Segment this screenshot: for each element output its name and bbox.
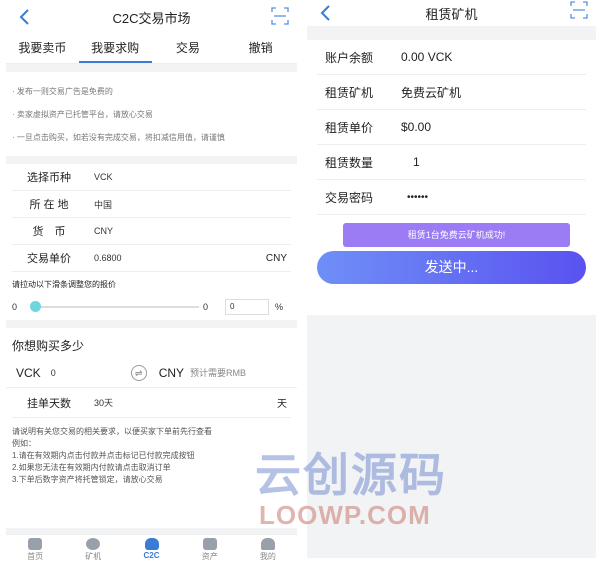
miner-label: 租赁矿机 bbox=[325, 85, 374, 100]
days-row: 挂单天数 30天 天 bbox=[12, 388, 291, 418]
page-title: C2C交易市场 bbox=[112, 10, 191, 26]
quantity-row: 租赁数量 1 bbox=[317, 145, 586, 180]
slider-title: 请拉动以下滑条调整您的报价 bbox=[12, 280, 116, 289]
nav-miner-label: 矿机 bbox=[85, 552, 102, 561]
amount-row: VCK 0 ⇌ CNY 预计需要RMB bbox=[6, 358, 297, 388]
currency-label: 货 币 bbox=[32, 226, 66, 238]
unit-price-row: 租赁单价 $0.00 bbox=[317, 110, 586, 145]
success-toast: 租赁1台免费云矿机成功! bbox=[343, 223, 570, 247]
unit-price-value: $0.00 bbox=[401, 120, 432, 134]
remark-line: 1.请在有效期内点击付款并点击标记已付款完成按钮 bbox=[12, 451, 195, 460]
top-nav-bar: C2C交易市场 bbox=[6, 0, 297, 34]
slider-min: 0 bbox=[12, 302, 18, 312]
notice-line: · 发布一则交易广告是免费的 bbox=[12, 87, 113, 96]
location-row[interactable]: 所 在 地 中国 bbox=[12, 191, 291, 218]
coin-value[interactable]: VCK bbox=[86, 172, 291, 182]
nav-mine-label: 我的 bbox=[259, 552, 276, 561]
price-label: 交易单价 bbox=[27, 253, 71, 265]
percent-unit: % bbox=[275, 302, 284, 312]
swap-icon[interactable]: ⇌ bbox=[130, 364, 147, 381]
order-form: 选择币种 VCK 所 在 地 中国 货 币 CNY 交易单价 0.6800 CN… bbox=[6, 164, 297, 320]
quantity-input[interactable]: 1 bbox=[389, 155, 420, 169]
cur-from: VCK bbox=[16, 365, 41, 380]
tab-bar: 我要卖币 我要求购 交易 撤销 bbox=[6, 34, 297, 64]
miner-icon bbox=[86, 538, 101, 550]
user-icon bbox=[260, 538, 275, 550]
currency-row[interactable]: 货 币 CNY bbox=[12, 218, 291, 245]
miner-value: 免费云矿机 bbox=[401, 85, 462, 100]
nav-home[interactable]: 首页 bbox=[6, 535, 64, 564]
balance-label: 账户余额 bbox=[325, 50, 374, 65]
back-arrow-icon[interactable] bbox=[317, 3, 337, 23]
scan-icon[interactable] bbox=[570, 1, 588, 19]
cur-to: CNY bbox=[158, 365, 185, 380]
days-unit: 天 bbox=[277, 399, 287, 410]
remark-line: 2.如果您无法在有效期内付款请点击取消订单 bbox=[12, 463, 171, 472]
wallet-icon bbox=[202, 538, 217, 550]
percent-input[interactable]: 0 bbox=[225, 299, 269, 315]
nav-mine[interactable]: 我的 bbox=[239, 535, 297, 564]
days-label: 挂单天数 bbox=[27, 397, 71, 410]
tab-buy-request[interactable]: 我要求购 bbox=[78, 34, 152, 63]
balance-row: 账户余额 0.00 VCK bbox=[317, 40, 586, 75]
remark-line: 3.下单后数字资产将托管锁定，请放心交易 bbox=[12, 475, 163, 484]
password-label: 交易密码 bbox=[325, 190, 374, 205]
scan-icon[interactable] bbox=[271, 7, 289, 25]
quantity-label: 租赁数量 bbox=[325, 155, 374, 170]
nav-assets[interactable]: 资产 bbox=[181, 535, 239, 564]
send-button[interactable]: 发送中... bbox=[317, 251, 586, 284]
slider-handle[interactable] bbox=[30, 301, 41, 312]
page-title: 租赁矿机 bbox=[425, 6, 478, 22]
price-input[interactable]: 0.6800 bbox=[86, 253, 266, 263]
location-value[interactable]: 中国 bbox=[86, 198, 291, 211]
rent-form: 账户余额 0.00 VCK 租赁矿机 免费云矿机 租赁单价 $0.00 租赁数量… bbox=[307, 40, 596, 315]
remarks-input[interactable]: 请说明有关您交易的相关要求，以便买家下单前先行查看 例如： 1.请在有效期内点击… bbox=[6, 418, 297, 486]
home-icon bbox=[28, 538, 43, 550]
coin-row[interactable]: 选择币种 VCK bbox=[12, 164, 291, 191]
amount-input[interactable]: 0 bbox=[51, 368, 121, 378]
password-row: 交易密码 •••••• bbox=[317, 180, 586, 215]
tab-trade[interactable]: 交易 bbox=[152, 34, 225, 63]
price-slider[interactable] bbox=[30, 301, 199, 312]
price-row: 交易单价 0.6800 CNY bbox=[12, 245, 291, 272]
days-input[interactable]: 30天 bbox=[86, 396, 277, 409]
tab-sell[interactable]: 我要卖币 bbox=[6, 34, 79, 63]
price-unit: CNY bbox=[265, 252, 287, 264]
password-input[interactable]: •••••• bbox=[389, 192, 428, 203]
top-nav-bar: 租赁矿机 bbox=[307, 0, 596, 26]
notice-line: · 一旦点击购买，如若没有完成交易，将扣减信用值，请谨慎 bbox=[12, 133, 225, 142]
location-label: 所 在 地 bbox=[29, 199, 69, 211]
nav-assets-label: 资产 bbox=[201, 552, 218, 561]
nav-miner[interactable]: 矿机 bbox=[64, 535, 122, 564]
nav-c2c[interactable]: C2C bbox=[122, 535, 180, 564]
buy-amount-panel: 你想购买多少 VCK 0 ⇌ CNY 预计需要RMB 挂单天数 30天 天 请说… bbox=[6, 328, 297, 528]
notice-line: · 卖家虚拟资产已托管平台，请放心交易 bbox=[12, 110, 153, 119]
nav-home-label: 首页 bbox=[27, 552, 44, 561]
tab-cancel[interactable]: 撤销 bbox=[224, 34, 297, 63]
nav-c2c-label: C2C bbox=[143, 551, 160, 560]
remark-line: 请说明有关您交易的相关要求，以便买家下单前先行查看 bbox=[12, 427, 212, 436]
back-arrow-icon[interactable] bbox=[16, 7, 36, 27]
buy-title: 你想购买多少 bbox=[12, 339, 85, 353]
balance-value: 0.00 VCK bbox=[401, 50, 453, 64]
rent-miner-screen: 租赁矿机 账户余额 0.00 VCK 租赁矿机 免费云矿机 租赁单价 $0.00… bbox=[307, 0, 596, 558]
miner-row: 租赁矿机 免费云矿机 bbox=[317, 75, 586, 110]
coin-label: 选择币种 bbox=[27, 172, 71, 184]
notice-panel: · 发布一则交易广告是免费的 · 卖家虚拟资产已托管平台，请放心交易 · 一旦点… bbox=[6, 72, 297, 156]
currency-value[interactable]: CNY bbox=[86, 226, 291, 236]
rmb-hint: 预计需要RMB bbox=[190, 368, 247, 378]
cloud-icon bbox=[144, 538, 159, 550]
price-slider-row: 0 0 0 % bbox=[6, 294, 297, 320]
slider-current: 0 bbox=[203, 302, 209, 312]
c2c-market-screen: C2C交易市场 我要卖币 我要求购 交易 撤销 · 发布一则交易广告是免费的 ·… bbox=[6, 0, 297, 564]
unit-price-label: 租赁单价 bbox=[325, 120, 374, 135]
screenshot: C2C交易市场 我要卖币 我要求购 交易 撤销 · 发布一则交易广告是免费的 ·… bbox=[0, 0, 600, 564]
bottom-nav: 首页 矿机 C2C 资产 我的 bbox=[6, 534, 297, 564]
remark-line: 例如： bbox=[12, 439, 36, 448]
